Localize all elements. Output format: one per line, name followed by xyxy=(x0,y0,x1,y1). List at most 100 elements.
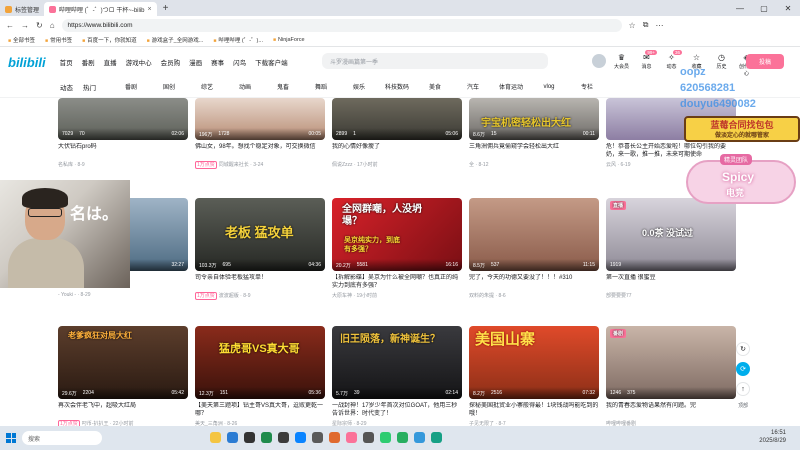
uploader[interactable]: - Youki - xyxy=(58,292,76,298)
tab-bilibili[interactable]: 哔哩哔哩 (゜-゜)つロ 干杯~-bilib × xyxy=(44,2,157,16)
channel-dynamic[interactable]: 动态 xyxy=(60,82,73,92)
channel-item[interactable]: 动画 xyxy=(228,81,262,93)
channel-hot[interactable]: 热门 xyxy=(83,82,96,92)
uploader[interactable]: 部要要要77 xyxy=(606,293,632,299)
video-card[interactable]: 老爹疯狂对局大红 29.6万 2204 05:42 再次会伴老飞中，超吸大红局 1万… xyxy=(58,326,188,428)
tab-bookmark-manager[interactable]: 标签管理 xyxy=(0,2,44,16)
back-to-top-icon[interactable]: ↑ xyxy=(736,382,750,396)
channel-item[interactable]: 专栏 xyxy=(570,81,604,93)
maximize-icon[interactable]: ▢ xyxy=(752,0,776,16)
history-button[interactable]: ◷ 历史 xyxy=(712,52,731,77)
nav-mall[interactable]: 会员购 xyxy=(161,57,181,67)
refresh-icon[interactable]: ⟳ xyxy=(736,362,750,376)
channel-item[interactable]: 国创 xyxy=(152,81,186,93)
forward-icon[interactable]: → xyxy=(21,21,29,30)
video-thumbnail[interactable]: 老爹疯狂对局大红 29.6万 2204 05:42 xyxy=(58,326,188,399)
nav-download[interactable]: 下载客户端 xyxy=(255,57,288,67)
video-thumbnail[interactable]: 宇宝机密轻松出大红 8.6万 15 00:11 xyxy=(469,98,599,140)
uploader[interactable]: 佩说Zzzz xyxy=(332,162,353,168)
channel-item[interactable]: 美食 xyxy=(418,81,452,93)
uploader[interactable]: 全 xyxy=(469,162,474,168)
video-card[interactable]: 8.5万 537 11:15 完了，今天的功德又要没了！！！#310 双料的朱提 ·… xyxy=(469,198,599,299)
video-thumbnail[interactable]: 7029 70 02:06 xyxy=(58,98,188,140)
video-title[interactable]: 探秘美国批贸业小寨般得最！1块钱战吗能吃到的哦！ xyxy=(469,402,599,418)
video-thumbnail[interactable]: 196万 1728 00:05 xyxy=(195,98,325,140)
bookmark-item[interactable]: 哔哩哔哩 (゜-゜)... xyxy=(213,36,263,44)
app-teal-icon[interactable] xyxy=(431,432,442,443)
uploader[interactable]: 名私库 xyxy=(58,162,73,168)
dynamic-button[interactable]: 36 ✧ 动态 xyxy=(662,50,682,77)
video-title[interactable]: 三角洲佣兵竟偷窥学会轻松出大红 xyxy=(469,143,599,159)
nav-anime[interactable]: 番剧 xyxy=(82,57,95,67)
video-thumbnail[interactable]: 猛虎哥VS真大哥 12.3万 151 05:36 xyxy=(195,326,325,399)
close-tab-icon[interactable]: × xyxy=(148,6,152,13)
back-icon[interactable]: ← xyxy=(6,21,14,30)
bilibili-app-icon[interactable] xyxy=(346,432,357,443)
video-title[interactable]: 一战封神！17岁少年首次对位GOAT，他用三秒告诉世界：时代变了！ xyxy=(332,402,462,418)
url-input[interactable]: https://www.bilibili.com xyxy=(61,18,622,32)
home-icon[interactable]: ⌂ xyxy=(50,21,55,30)
video-title[interactable]: 佛山女，98年。想找个稳定对象，可交换微信 xyxy=(195,143,325,159)
channel-item[interactable]: 鬼畜 xyxy=(266,81,300,93)
messages-button[interactable]: 99+ ✉ 消息 xyxy=(637,50,657,77)
video-title[interactable]: 再次会伴老飞中，超吸大红局 xyxy=(58,402,188,418)
close-window-icon[interactable]: ✕ xyxy=(776,0,800,16)
app-green-icon[interactable] xyxy=(261,432,272,443)
video-thumbnail[interactable]: 全网群嘲，人没坍塌？ 吴京纯实力，到底有多强？ 20.2万 5581 16:16 xyxy=(332,198,462,271)
file-explorer-icon[interactable] xyxy=(210,432,221,443)
new-tab-button[interactable]: + xyxy=(163,3,169,14)
taskbar-search-input[interactable]: 搜索 xyxy=(22,431,102,445)
app-blue2-icon[interactable] xyxy=(414,432,425,443)
extensions-icon[interactable]: ⧉ xyxy=(643,20,649,30)
bookmark-item[interactable]: 全部书签 xyxy=(8,36,35,44)
wechat-icon[interactable] xyxy=(380,432,391,443)
uploader[interactable]: 波波超版 xyxy=(219,293,239,299)
channel-item[interactable]: 体育运动 xyxy=(494,81,528,93)
video-thumbnail[interactable]: 老板 猛攻单 103.3万 695 04:36 xyxy=(195,198,325,271)
video-card[interactable]: 全网群嘲，人没坍塌？ 吴京纯实力，到底有多强？ 20.2万 5581 16:16 【… xyxy=(332,198,462,299)
windows-start-icon[interactable] xyxy=(6,433,16,443)
channel-item[interactable]: 科技数码 xyxy=(380,81,414,93)
app-dark-icon[interactable] xyxy=(278,432,289,443)
video-card[interactable]: 旧王陨落，新神诞生？ 5.7万 39 02:14 一战封神！17岁少年首次对位GOA… xyxy=(332,326,462,427)
nav-game-center[interactable]: 游戏中心 xyxy=(126,57,152,67)
search-input[interactable]: 斗罗漫画篇第一季 xyxy=(322,53,548,69)
channel-item[interactable]: 娱乐 xyxy=(342,81,376,93)
bilibili-logo[interactable]: bilibili xyxy=(8,55,46,70)
nav-live[interactable]: 直播 xyxy=(104,57,117,67)
uploader[interactable]: 同城醒来社长 xyxy=(219,162,249,168)
app-green2-icon[interactable] xyxy=(397,432,408,443)
app-orange-icon[interactable] xyxy=(329,432,340,443)
nav-shanniao[interactable]: 闪鸟 xyxy=(233,57,246,67)
refresh-feed-icon[interactable]: ↻ xyxy=(736,342,750,356)
bookmark-item[interactable]: 游戏盒子_全网游戏... xyxy=(147,36,204,44)
video-card[interactable]: 老板 猛攻单 103.3万 695 04:36 司令亲自体验老板猛攻单！ 1万点赞波… xyxy=(195,198,325,300)
video-card[interactable]: 7029 70 02:06 大伏钻石pro码 名私库 · 8-9 xyxy=(58,98,188,168)
upload-button[interactable]: 投稿 xyxy=(746,54,784,69)
app-blue-icon[interactable] xyxy=(295,432,306,443)
vip-button[interactable]: ♛ 大会员 xyxy=(612,52,631,77)
uploader[interactable]: 云风 xyxy=(606,162,616,168)
channel-item[interactable]: 舞蹈 xyxy=(304,81,338,93)
video-title[interactable]: 司令亲自体验老板猛攻单！ xyxy=(195,274,325,290)
nav-match[interactable]: 赛事 xyxy=(211,57,224,67)
video-thumbnail[interactable]: 美国山寨 8.2万 2516 07:32 xyxy=(469,326,599,399)
uploader[interactable]: 双料的朱提 xyxy=(469,293,494,299)
video-thumbnail[interactable]: 旧王陨落，新神诞生？ 5.7万 39 02:14 xyxy=(332,326,462,399)
video-card[interactable]: 2899 1 05:06 我的心情好像瘦了 佩说Zzzz · 17小时前 xyxy=(332,98,462,168)
live-thumbnail[interactable]: 直播 0.0茶 没试过 1919 xyxy=(606,198,736,271)
star-bookmark-icon[interactable]: ☆ xyxy=(629,21,636,30)
bookmark-item[interactable]: 常用书签 xyxy=(45,36,72,44)
video-card[interactable]: 番剧 1246 375 我的青春恋爱物语果然有问题。完 哔哩哔哩番剧 xyxy=(606,326,736,427)
video-card[interactable]: 196万 1728 00:05 佛山女，98年。想找个稳定对象，可交换微信 1万点赞… xyxy=(195,98,325,169)
live-card[interactable]: 直播 0.0茶 没试过 1919 第一次直播 很蜜豆 部要要要77 xyxy=(606,198,736,299)
reload-icon[interactable]: ↻ xyxy=(36,21,43,30)
video-card[interactable]: 猛虎哥VS真大哥 12.3万 151 05:36 【美天第三题项】钻主哥VS真大哥，… xyxy=(195,326,325,427)
video-title[interactable]: 完了，今天的功德又要没了！！！#310 xyxy=(469,274,599,290)
channel-item[interactable]: vlog xyxy=(532,81,566,93)
video-thumbnail[interactable]: 8.5万 537 11:15 xyxy=(469,198,599,271)
edge-icon[interactable] xyxy=(227,432,238,443)
app-gray-icon[interactable] xyxy=(312,432,323,443)
video-title[interactable]: 【美天第三题项】钻主哥VS真大哥，逗败更乾一哪？ xyxy=(195,402,325,418)
minimize-icon[interactable]: — xyxy=(728,0,752,16)
